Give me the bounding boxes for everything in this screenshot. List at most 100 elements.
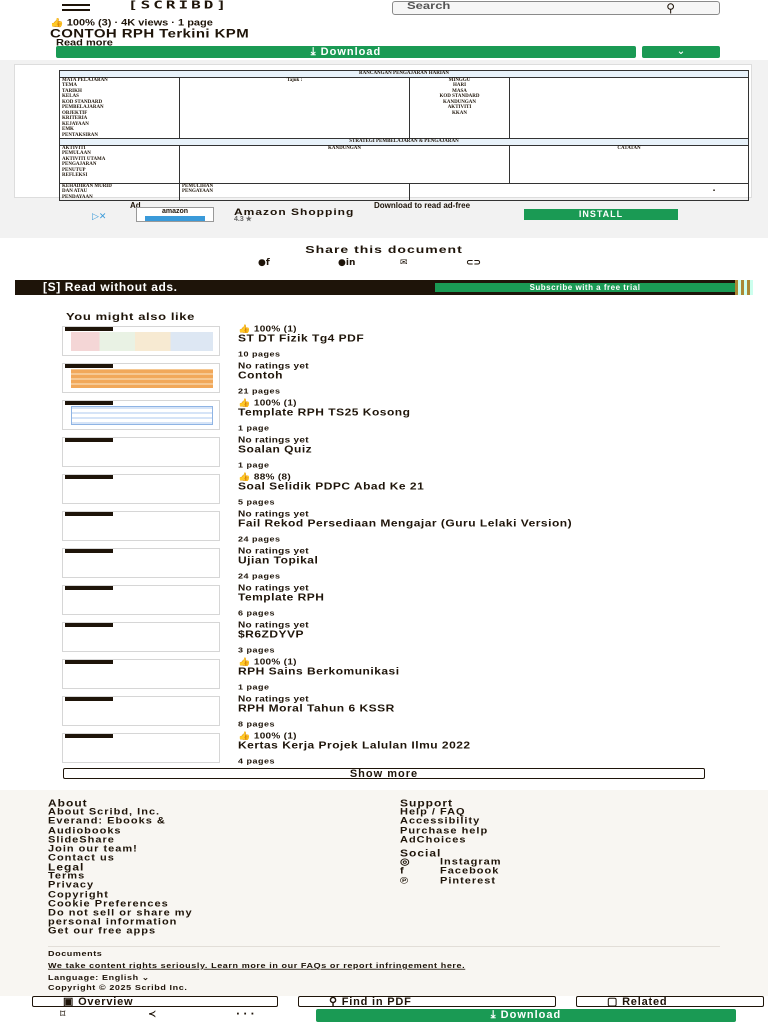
item-pages: 24 pages	[238, 535, 281, 544]
pdf-tag	[65, 364, 113, 368]
social-link[interactable]: ℗ Pinterest	[400, 875, 502, 886]
search-input[interactable]: Search ⚲	[392, 0, 720, 15]
amazon-logo: amazon	[136, 207, 214, 222]
ad-rating: 4.3 ★	[234, 216, 252, 223]
item-title[interactable]: RPH Moral Tahun 6 KSSR	[238, 703, 758, 713]
related-item[interactable]: 👍 88% (8) Soal Selidik PDPC Abad Ke 21 5 p…	[0, 474, 768, 510]
page-marker: ▪	[712, 188, 715, 194]
item-title[interactable]: $R6ZDYVP	[238, 629, 758, 639]
related-tab[interactable]: ▢ Related	[576, 996, 764, 1007]
document-thumbnail[interactable]	[62, 733, 220, 763]
ad-choices-icon[interactable]: ▷✕	[92, 211, 106, 222]
legal-link[interactable]: Copyright	[48, 890, 193, 899]
bookmark-icon[interactable]: ⌑	[60, 1009, 65, 1021]
promo-banner[interactable]: [S] Read without ads. Subscribe with a f…	[15, 280, 753, 295]
about-link[interactable]: Everand: Ebooks &	[48, 817, 166, 826]
social-link[interactable]: f Facebook	[400, 867, 502, 876]
free-apps[interactable]: Get our free apps	[48, 927, 156, 937]
related-item[interactable]: No ratings yet Soalan Quiz 1 page	[0, 437, 768, 473]
thumbnail-art	[71, 517, 213, 536]
item-pages: 1 page	[238, 461, 270, 470]
about-link[interactable]: Audiobooks	[48, 826, 166, 835]
item-pages: 1 page	[238, 683, 270, 692]
ad-banner[interactable]: ▷✕ amazon Amazon Shopping 4.3 ★ INSTALL	[88, 207, 688, 223]
scribd-logo[interactable]: [SCRIBD]	[128, 0, 229, 10]
share-icon[interactable]: ≺	[148, 1009, 156, 1021]
download-options-button[interactable]: ⌄	[642, 46, 720, 58]
free-trial-button[interactable]: Subscribe with a free trial	[435, 283, 735, 292]
document-viewer: RANCANGAN PENGAJARAN HARIAN MATA PELAJAR…	[0, 60, 768, 238]
related-item[interactable]: No ratings yet $R6ZDYVP 3 pages	[0, 622, 768, 658]
item-title[interactable]: Template RPH TS25 Kosong	[238, 407, 758, 417]
find-in-pdf-tab[interactable]: ⚲ Find in PDF	[298, 996, 556, 1007]
related-item[interactable]: 👍 100% (1) Template RPH TS25 Kosong 1 page	[0, 400, 768, 436]
footer-support: Support Help / FAQ Accessibility Purchase …	[400, 798, 488, 846]
related-item[interactable]: No ratings yet Contoh 21 pages	[0, 363, 768, 399]
rph-left-labels: MATA PELAJARAN TEMA TARIKH KELAS KOD STANDAR…	[59, 76, 180, 139]
install-button[interactable]: INSTALL	[524, 209, 678, 220]
pinterest-icon: ℗	[400, 875, 410, 886]
download-button[interactable]: ⤓ Download	[56, 46, 636, 58]
free-apps-label[interactable]: Get our free apps	[48, 927, 156, 936]
related-item[interactable]: No ratings yet Template RPH 6 pages	[0, 585, 768, 621]
show-more-button[interactable]: Show more	[63, 768, 705, 780]
related-item[interactable]: 👍 100% (1) ST DT Fizik Tg4 PDF 10 pages	[0, 326, 768, 362]
item-pages: 4 pages	[238, 757, 276, 766]
linkedin-icon[interactable]: ●in	[338, 258, 355, 268]
document-thumbnail[interactable]	[62, 548, 220, 578]
promo-text: [S] Read without ads.	[43, 280, 178, 294]
item-title[interactable]: Fail Rekod Persediaan Mengajar (Guru Lel…	[238, 518, 758, 528]
rph-empty-cell	[509, 76, 749, 139]
item-title[interactable]: Soal Selidik PDPC Abad Ke 21	[238, 481, 758, 491]
related-item[interactable]: No ratings yet Ujian Topikal 24 pages	[0, 548, 768, 584]
item-pages: 1 page	[238, 424, 270, 433]
item-title[interactable]: ST DT Fizik Tg4 PDF	[238, 333, 758, 343]
language-selector[interactable]: Language: English ⌄	[48, 974, 150, 982]
overview-label: Overview	[78, 996, 134, 1007]
related-item[interactable]: No ratings yet RPH Moral Tahun 6 KSSR 8 pa…	[0, 696, 768, 732]
rph-right-labels: MINGGU HARI MASA KOD STANDARD KANDUNGAN AKTIV…	[409, 76, 510, 139]
bottom-download-button[interactable]: ⤓ Download	[316, 1009, 736, 1022]
rph-col-kandungan: KANDUNGAN	[179, 144, 510, 184]
facebook-icon[interactable]: ●f	[258, 258, 270, 268]
document-thumbnail[interactable]	[62, 400, 220, 430]
document-thumbnail[interactable]	[62, 585, 220, 615]
item-title[interactable]: Contoh	[238, 370, 758, 380]
legal-link[interactable]: Privacy	[48, 881, 193, 890]
legal-link[interactable]: Cookie Preferences	[48, 899, 193, 908]
support-link[interactable]: Accessibility	[400, 817, 488, 826]
overview-tab[interactable]: ▣ Overview	[32, 996, 278, 1007]
rights-note[interactable]: We take content rights seriously. Learn …	[48, 962, 465, 970]
document-thumbnail[interactable]	[62, 511, 220, 541]
more-icon[interactable]: · · ·	[236, 1009, 254, 1021]
support-link[interactable]: AdChoices	[400, 835, 488, 844]
pdf-tag	[65, 475, 113, 479]
document-thumbnail[interactable]	[62, 696, 220, 726]
link-icon[interactable]: ⊂⊃	[466, 258, 481, 268]
search-icon[interactable]: ⚲	[666, 2, 675, 15]
thumbnail-art	[71, 628, 213, 647]
about-link[interactable]: SlideShare	[48, 835, 166, 844]
thumbnail-art	[71, 480, 213, 499]
support-link[interactable]: Purchase help	[400, 826, 488, 835]
item-title[interactable]: Template RPH	[238, 592, 758, 602]
related-item[interactable]: 👍 100% (1) Kertas Kerja Projek Lalulan Il…	[0, 733, 768, 769]
document-thumbnail[interactable]	[62, 622, 220, 652]
menu-icon[interactable]	[62, 4, 90, 14]
item-title[interactable]: Ujian Topikal	[238, 555, 758, 565]
rph-foot-empty	[409, 182, 749, 201]
action-bar: ⌑ ≺ · · · ⤓ Download	[0, 1008, 768, 1024]
related-item[interactable]: 👍 100% (1) RPH Sains Berkomunikasi 1 page	[0, 659, 768, 695]
email-icon[interactable]: ✉	[400, 258, 408, 268]
related-item[interactable]: No ratings yet Fail Rekod Persediaan Meng…	[0, 511, 768, 547]
footer-about: About About Scribd, Inc. Everand: Ebooks …	[48, 798, 166, 864]
document-thumbnail[interactable]	[62, 326, 220, 356]
item-title[interactable]: Soalan Quiz	[238, 444, 758, 454]
document-thumbnail[interactable]	[62, 474, 220, 504]
document-thumbnail[interactable]	[62, 659, 220, 689]
item-title[interactable]: RPH Sains Berkomunikasi	[238, 666, 758, 676]
pdf-tag	[65, 549, 113, 553]
item-title[interactable]: Kertas Kerja Projek Lalulan Ilmu 2022	[238, 740, 758, 750]
document-thumbnail[interactable]	[62, 437, 220, 467]
document-thumbnail[interactable]	[62, 363, 220, 393]
